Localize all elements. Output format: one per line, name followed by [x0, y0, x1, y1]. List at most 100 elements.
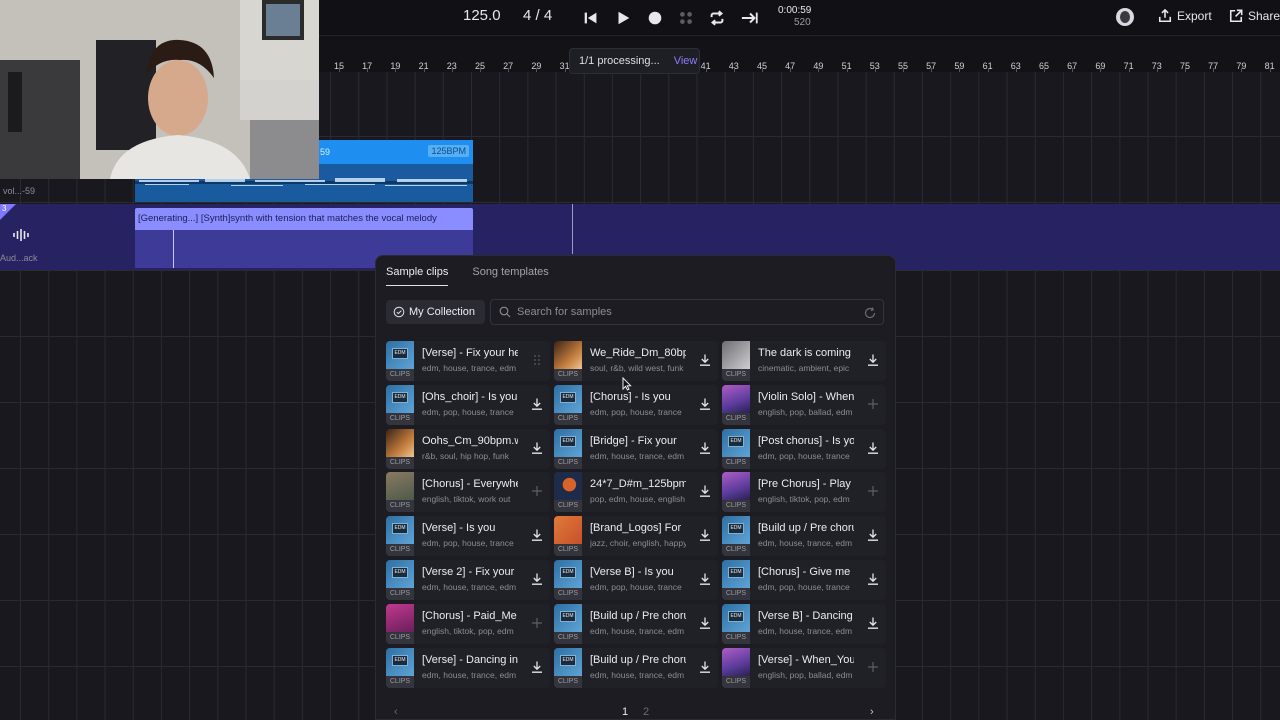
add-icon[interactable]: [866, 484, 880, 498]
thumbnail-art: [386, 472, 414, 501]
avatar[interactable]: [1116, 8, 1134, 26]
sample-card[interactable]: EDM CLIPS [Build up / Pre chorus] edm, hous…: [554, 603, 718, 644]
follow-playhead-icon[interactable]: [740, 8, 760, 28]
sample-card[interactable]: CLIPS Oohs_Cm_90bpm.wav r&b, soul, hip hop…: [386, 428, 550, 469]
download-icon[interactable]: [866, 528, 880, 542]
thumbnail-art: [386, 428, 414, 457]
sample-card[interactable]: EDM CLIPS [Ohs_choir] - Is you edm, pop, ho…: [386, 384, 550, 425]
search-input[interactable]: Search for samples: [490, 299, 884, 325]
sample-title: The dark is coming: [758, 347, 851, 359]
playhead[interactable]: [572, 204, 573, 254]
page-2[interactable]: 2: [643, 706, 649, 718]
download-icon[interactable]: [698, 616, 712, 630]
drag-handle-icon[interactable]: [530, 353, 544, 367]
view-link[interactable]: View: [674, 55, 698, 67]
download-icon[interactable]: [698, 660, 712, 674]
edm-mark: EDM: [392, 523, 408, 535]
sample-card[interactable]: CLIPS [Brand_Logos] For jazz, choir, engli…: [554, 516, 718, 557]
sample-tags: edm, pop, house, trance: [590, 582, 682, 592]
sample-card[interactable]: EDM CLIPS [Chorus] - Is you edm, pop, house…: [554, 384, 718, 425]
thumbnail-caption: CLIPS: [722, 412, 750, 425]
my-collection-button[interactable]: My Collection: [386, 300, 485, 324]
sample-card[interactable]: EDM CLIPS [Build up / Pre chorus] edm, hous…: [722, 516, 886, 557]
download-icon[interactable]: [866, 353, 880, 367]
share-button[interactable]: Share: [1229, 9, 1280, 23]
sample-card[interactable]: EDM CLIPS [Verse] - Fix your heart edm, hou…: [386, 341, 550, 381]
download-icon[interactable]: [866, 441, 880, 455]
sample-card[interactable]: CLIPS The dark is coming cinematic, ambien…: [722, 341, 886, 381]
generating-clip-label: [Generating...] [Synth]synth with tensio…: [138, 213, 437, 224]
sample-thumbnail: EDM CLIPS: [554, 647, 582, 688]
add-icon[interactable]: [530, 484, 544, 498]
download-icon[interactable]: [698, 441, 712, 455]
sample-thumbnail: CLIPS: [386, 472, 414, 513]
sample-thumbnail: CLIPS: [554, 341, 582, 381]
sample-card[interactable]: EDM CLIPS [Verse] - Dancing in edm, house, …: [386, 647, 550, 688]
record-icon[interactable]: [645, 8, 665, 28]
loop-icon[interactable]: [707, 8, 727, 28]
sample-card[interactable]: EDM CLIPS [Verse] - Is you edm, pop, house,…: [386, 516, 550, 557]
thumbnail-caption: CLIPS: [554, 631, 582, 644]
add-icon[interactable]: [530, 616, 544, 630]
next-page-icon[interactable]: ›: [870, 706, 874, 718]
thumbnail-caption: CLIPS: [722, 456, 750, 469]
download-icon[interactable]: [866, 616, 880, 630]
download-icon[interactable]: [866, 572, 880, 586]
sample-title: [Verse] - Dancing in: [422, 653, 518, 666]
time-signature-display[interactable]: 4 / 4: [523, 7, 552, 24]
export-button[interactable]: Export: [1158, 9, 1212, 23]
download-icon[interactable]: [698, 484, 712, 498]
download-icon[interactable]: [698, 397, 712, 411]
vocal-clip[interactable]: 59 125BPM: [319, 140, 473, 164]
sample-card[interactable]: EDM CLIPS [Bridge] - Fix your edm, house, t…: [554, 428, 718, 469]
play-icon[interactable]: [613, 8, 633, 28]
sample-card[interactable]: CLIPS 24*7_D#m_125bpm pop, edm, house, eng…: [554, 472, 718, 513]
timeline-ruler[interactable]: 1517192123252729313335373941434547495153…: [319, 36, 1280, 72]
sample-card[interactable]: EDM CLIPS [Post chorus] - Is you edm, pop, …: [722, 428, 886, 469]
download-icon[interactable]: [698, 572, 712, 586]
tab-sample-clips[interactable]: Sample clips: [386, 266, 449, 286]
thumbnail-art: [722, 341, 750, 369]
sample-card[interactable]: EDM CLIPS [Verse 2] - Fix your edm, house, …: [386, 560, 550, 600]
grid-icon[interactable]: [676, 8, 696, 28]
sample-card[interactable]: EDM CLIPS [Build up / Pre chorus] edm, hous…: [554, 647, 718, 688]
sample-title: [Chorus] - Everywhere: [422, 478, 518, 491]
skip-back-icon[interactable]: [581, 8, 601, 28]
sample-card[interactable]: CLIPS [Chorus] - Paid_Me english, tiktok, …: [386, 603, 550, 644]
sample-card[interactable]: CLIPS [Violin Solo] - When english, pop, b…: [722, 384, 886, 425]
my-collection-label: My Collection: [409, 306, 476, 318]
clip-marker: [173, 230, 174, 268]
add-icon[interactable]: [866, 660, 880, 674]
prev-page-icon[interactable]: ‹: [394, 706, 398, 718]
panel-tabs: Sample clips Song templates: [386, 266, 549, 286]
mouse-cursor: [622, 376, 632, 391]
download-icon[interactable]: [530, 441, 544, 455]
download-icon[interactable]: [530, 572, 544, 586]
sample-card[interactable]: CLIPS [Chorus] - Everywhere english, tikto…: [386, 472, 550, 513]
download-icon[interactable]: [530, 528, 544, 542]
sample-card[interactable]: EDM CLIPS [Verse B] - Is you edm, pop, hous…: [554, 560, 718, 600]
sample-tags: edm, pop, house, trance: [758, 582, 850, 592]
download-icon[interactable]: [698, 528, 712, 542]
add-icon[interactable]: [866, 397, 880, 411]
sample-thumbnail: EDM CLIPS: [386, 560, 414, 600]
download-icon[interactable]: [530, 397, 544, 411]
generating-clip[interactable]: [Generating...] [Synth]synth with tensio…: [135, 208, 473, 230]
sample-card[interactable]: CLIPS We_Ride_Dm_80bpm soul, r&b, wild wes…: [554, 341, 718, 381]
download-icon[interactable]: [698, 353, 712, 367]
page-1[interactable]: 1: [622, 706, 628, 718]
webcam-overlay: [0, 0, 319, 179]
track-number: 3: [2, 204, 7, 213]
sample-card[interactable]: CLIPS [Pre Chorus] - Play english, tiktok,…: [722, 472, 886, 513]
sample-card[interactable]: CLIPS [Verse] - When_You english, pop, bal…: [722, 647, 886, 688]
tab-song-templates[interactable]: Song templates: [472, 266, 548, 286]
sample-card[interactable]: EDM CLIPS [Verse B] - Dancing edm, house, t…: [722, 603, 886, 644]
sample-card[interactable]: EDM CLIPS [Chorus] - Give me edm, pop, hous…: [722, 560, 886, 600]
sample-title: We_Ride_Dm_80bpm: [590, 347, 686, 359]
sample-tags: english, tiktok, pop, edm: [422, 625, 514, 636]
download-icon[interactable]: [530, 660, 544, 674]
edm-mark: EDM: [392, 567, 408, 578]
tempo-display[interactable]: 125.0: [463, 7, 501, 24]
refresh-icon[interactable]: [863, 306, 877, 320]
thumbnail-caption: CLIPS: [386, 675, 414, 688]
